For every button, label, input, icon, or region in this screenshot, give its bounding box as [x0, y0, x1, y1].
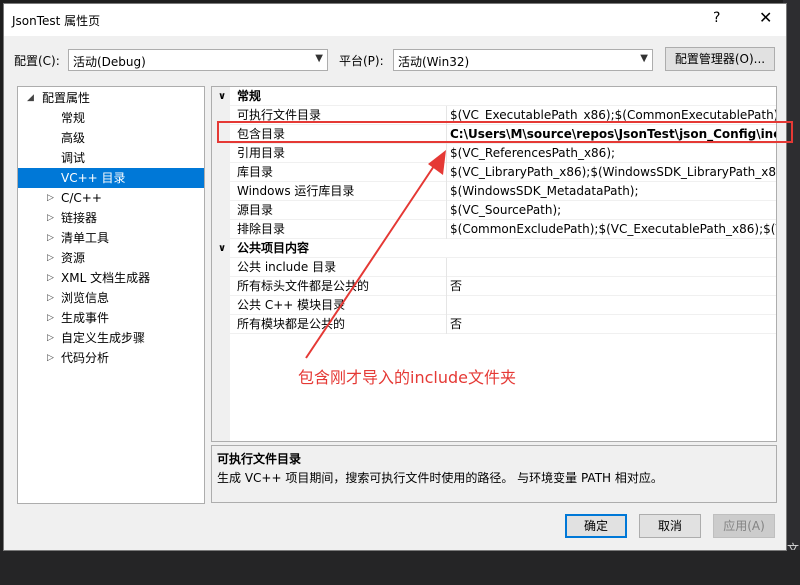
annotation-arrow: [305, 150, 446, 359]
annotation-text: 包含刚才导入的include文件夹: [298, 368, 516, 387]
